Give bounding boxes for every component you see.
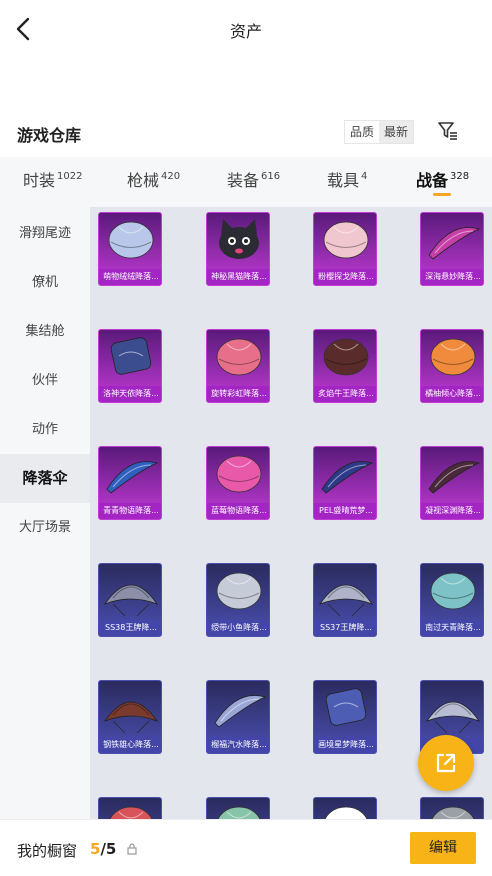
sort-toggle: 品质 最新 bbox=[344, 120, 415, 144]
parachute-icon bbox=[428, 227, 481, 260]
item-name: 神秘黑猫降落... bbox=[207, 269, 269, 285]
sort-option-quality[interactable]: 品质 bbox=[345, 121, 380, 143]
item-name: SS37王牌降... bbox=[314, 620, 376, 636]
sidebar-item-lobby-scene[interactable]: 大厅场景 bbox=[0, 503, 90, 552]
item-name: 蓝莓物语降落... bbox=[207, 503, 269, 519]
item-card[interactable]: 深海悬妙降落... bbox=[420, 212, 484, 286]
external-link-icon bbox=[436, 753, 456, 773]
item-card[interactable]: 粉樱探戈降落... bbox=[313, 212, 377, 286]
parachute-icon bbox=[108, 221, 154, 259]
item-name: 旋转彩虹降落... bbox=[207, 386, 269, 402]
item-card[interactable]: 橘柚倾心降落... bbox=[420, 329, 484, 403]
share-button[interactable] bbox=[418, 735, 474, 791]
item-card[interactable]: 神秘黑猫降落... bbox=[206, 212, 270, 286]
item-card[interactable]: 洛神天依降落... bbox=[98, 329, 162, 403]
parachute-icon bbox=[430, 572, 476, 610]
item-name: 炙焰牛王降落... bbox=[314, 386, 376, 402]
parachute-icon bbox=[106, 461, 159, 494]
filter-icon[interactable] bbox=[437, 120, 459, 142]
item-card[interactable] bbox=[206, 797, 270, 819]
parachute-icon bbox=[214, 695, 267, 728]
tab-fashion[interactable]: 时装 1022 bbox=[23, 167, 82, 191]
parachute-icon bbox=[425, 701, 481, 734]
sidebar-item-companion[interactable]: 伙伴 bbox=[0, 356, 90, 405]
item-card[interactable]: 画境星梦降落... bbox=[313, 680, 377, 754]
subcategory-sidebar: 滑翔尾迹 僚机 集结舱 伙伴 动作 降落伞 大厅场景 bbox=[0, 207, 90, 819]
parachute-icon bbox=[109, 806, 153, 819]
item-name: 绶带小鱼降落... bbox=[207, 620, 269, 636]
parachute-icon bbox=[217, 806, 261, 819]
page-title: 资产 bbox=[229, 22, 262, 41]
item-name: 橘柚倾心降落... bbox=[421, 386, 483, 402]
item-name: 榴福汽水降落... bbox=[207, 737, 269, 753]
item-name: 凝视深渊降落... bbox=[421, 503, 483, 519]
top-bar: 资产 bbox=[0, 0, 492, 58]
item-card[interactable]: 钢铁雄心降落... bbox=[98, 680, 162, 754]
showcase-count: 5/5 bbox=[90, 840, 117, 858]
showcase-label: 我的橱窗 bbox=[17, 842, 78, 860]
parachute-icon bbox=[216, 572, 262, 610]
parachute-icon bbox=[321, 461, 374, 494]
tab-equipment[interactable]: 装备 616 bbox=[227, 167, 280, 191]
sidebar-item-parachute[interactable]: 降落伞 bbox=[0, 454, 90, 503]
item-card[interactable]: 旋转彩虹降落... bbox=[206, 329, 270, 403]
item-name: 萌物绒绒降落... bbox=[99, 269, 161, 285]
parachute-icon bbox=[216, 338, 262, 376]
item-card[interactable]: 蓝莓物语降落... bbox=[206, 446, 270, 520]
parachute-icon bbox=[216, 455, 262, 493]
sidebar-item-glide-trail[interactable]: 滑翔尾迹 bbox=[0, 209, 90, 258]
item-name: SS38王牌降... bbox=[99, 620, 161, 636]
category-tabs: 时装 1022 枪械 420 装备 616 载具 4 战备 328 bbox=[0, 157, 492, 207]
item-name: 画境星梦降落... bbox=[314, 737, 376, 753]
item-card[interactable]: 青青物语降落... bbox=[98, 446, 162, 520]
item-card[interactable] bbox=[313, 797, 377, 819]
parachute-icon bbox=[103, 701, 159, 734]
item-card[interactable]: 凝视深渊降落... bbox=[420, 446, 484, 520]
bottom-bar: 我的橱窗 5/5 编辑 bbox=[0, 819, 492, 876]
tab-weapons[interactable]: 枪械 420 bbox=[127, 167, 180, 191]
tab-combat-gear[interactable]: 战备 328 bbox=[416, 167, 469, 191]
item-card[interactable]: 南过天青降落... bbox=[420, 563, 484, 637]
item-card[interactable]: PEL盛晴荒梦... bbox=[313, 446, 377, 520]
parachute-icon bbox=[325, 688, 367, 726]
item-name: 青青物语降落... bbox=[99, 503, 161, 519]
parachute-icon bbox=[110, 337, 152, 375]
sidebar-item-wingman[interactable]: 僚机 bbox=[0, 258, 90, 307]
parachute-icon bbox=[428, 461, 481, 494]
parachute-icon bbox=[430, 338, 476, 376]
tab-vehicles[interactable]: 载具 4 bbox=[327, 167, 367, 191]
sort-option-newest[interactable]: 最新 bbox=[379, 121, 414, 143]
active-tab-indicator bbox=[433, 193, 451, 196]
parachute-icon bbox=[103, 584, 159, 617]
edit-button[interactable]: 编辑 bbox=[410, 832, 476, 864]
item-card[interactable]: 绶带小鱼降落... bbox=[206, 563, 270, 637]
parachute-icon bbox=[324, 806, 368, 819]
item-name: PEL盛晴荒梦... bbox=[314, 503, 376, 519]
item-name: 洛神天依降落... bbox=[99, 386, 161, 402]
parachute-icon bbox=[219, 219, 259, 259]
item-card[interactable] bbox=[98, 797, 162, 819]
sidebar-item-pod[interactable]: 集结舱 bbox=[0, 307, 90, 356]
parachute-icon bbox=[318, 584, 374, 617]
item-card[interactable] bbox=[420, 797, 484, 819]
item-grid: 萌物绒绒降落... 神秘黑猫降落... 粉樱探戈降落... 深海悬妙降落... 洛神天依… bbox=[90, 207, 492, 819]
sidebar-item-emote[interactable]: 动作 bbox=[0, 405, 90, 454]
item-card[interactable]: 榴福汽水降落... bbox=[206, 680, 270, 754]
section-title: 游戏仓库 bbox=[17, 126, 82, 145]
item-name: 钢铁雄心降落... bbox=[99, 737, 161, 753]
item-card[interactable]: 炙焰牛王降落... bbox=[313, 329, 377, 403]
parachute-icon bbox=[431, 806, 475, 819]
item-card[interactable]: SS37王牌降... bbox=[313, 563, 377, 637]
lock-icon bbox=[127, 843, 137, 855]
item-card[interactable]: SS38王牌降... bbox=[98, 563, 162, 637]
item-name: 南过天青降落... bbox=[421, 620, 483, 636]
parachute-icon bbox=[323, 338, 369, 376]
item-name: 深海悬妙降落... bbox=[421, 269, 483, 285]
parachute-icon bbox=[323, 221, 369, 259]
item-card[interactable]: 萌物绒绒降落... bbox=[98, 212, 162, 286]
item-name: 粉樱探戈降落... bbox=[314, 269, 376, 285]
